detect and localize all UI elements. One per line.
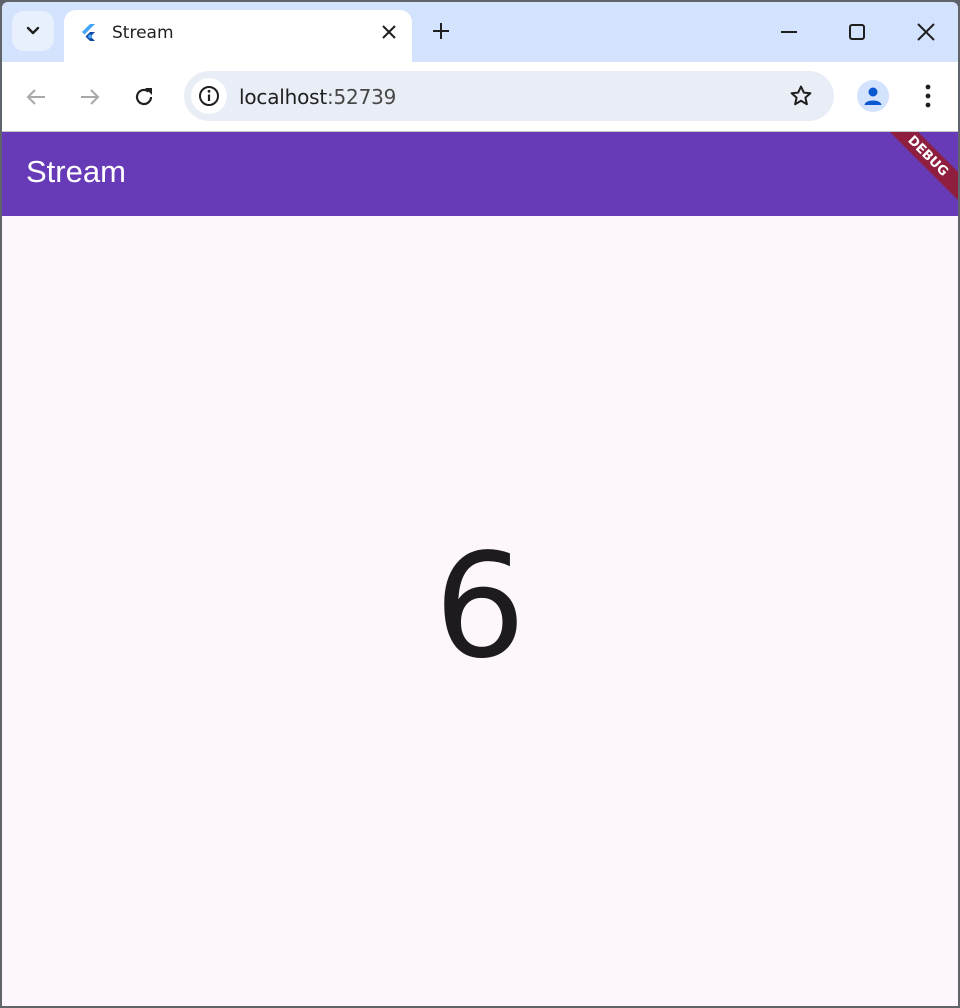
app-title: Stream bbox=[26, 154, 126, 189]
browser-toolbar: localhost:52739 bbox=[2, 62, 958, 132]
browser-menu-button[interactable] bbox=[912, 80, 944, 112]
address-bar[interactable]: localhost:52739 bbox=[184, 71, 834, 121]
bookmark-button[interactable] bbox=[788, 83, 814, 109]
flutter-icon bbox=[82, 24, 95, 41]
app-bar: Stream DEBUG bbox=[2, 132, 958, 216]
maximize-button[interactable] bbox=[837, 12, 877, 52]
close-icon bbox=[917, 23, 935, 41]
url-text[interactable]: localhost:52739 bbox=[239, 85, 396, 109]
forward-button[interactable] bbox=[70, 77, 110, 117]
person-icon bbox=[864, 87, 882, 105]
more-vert-icon bbox=[925, 84, 931, 108]
app-body: 6 bbox=[2, 216, 958, 1006]
tab-strip: Stream bbox=[2, 2, 958, 62]
profile-button[interactable] bbox=[857, 80, 889, 112]
arrow-left-icon bbox=[26, 89, 45, 105]
close-window-button[interactable] bbox=[906, 12, 946, 52]
plus-icon bbox=[433, 23, 449, 39]
tab-title: Stream bbox=[112, 23, 174, 43]
maximize-icon bbox=[849, 24, 865, 40]
minimize-button[interactable] bbox=[769, 12, 809, 52]
back-button[interactable] bbox=[16, 77, 56, 117]
url-host: localhost bbox=[239, 85, 327, 109]
site-info-button[interactable] bbox=[191, 78, 227, 114]
star-icon bbox=[790, 85, 812, 106]
tab-close-button[interactable] bbox=[378, 21, 400, 43]
minimize-icon bbox=[781, 31, 797, 33]
new-tab-button[interactable] bbox=[426, 16, 456, 46]
tab-stream[interactable]: Stream bbox=[64, 10, 412, 62]
arrow-right-icon bbox=[81, 89, 100, 105]
tab-search-button[interactable] bbox=[12, 11, 54, 51]
reload-button[interactable] bbox=[124, 77, 164, 117]
debug-banner: DEBUG bbox=[878, 132, 958, 206]
reload-icon bbox=[135, 88, 153, 106]
url-port: :52739 bbox=[326, 85, 397, 109]
stream-value-text: 6 bbox=[434, 522, 526, 690]
close-icon bbox=[382, 25, 396, 39]
chevron-down-icon bbox=[26, 26, 40, 35]
info-icon bbox=[199, 86, 219, 106]
browser-window: Stream localhost:52739 Stream DEBUG 6 bbox=[0, 0, 960, 1008]
